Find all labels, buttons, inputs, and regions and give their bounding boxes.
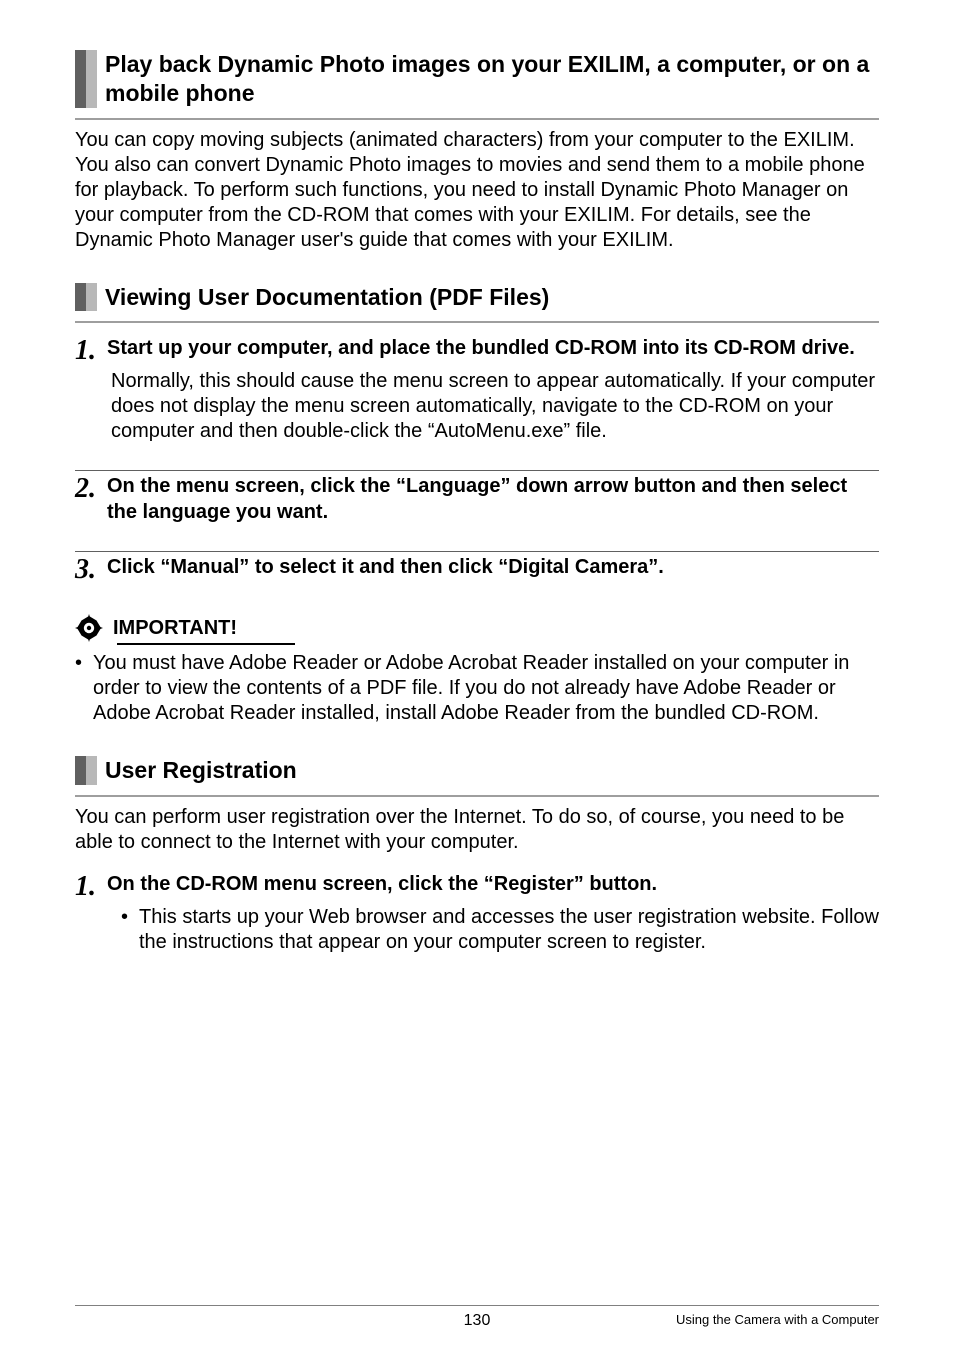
page-number: 130: [464, 1312, 491, 1330]
content-area: Play back Dynamic Photo images on your E…: [75, 50, 879, 1305]
heading-bar-light: [86, 283, 97, 312]
heading-play-back: Play back Dynamic Photo images on your E…: [75, 50, 879, 108]
step-2-container: 2. On the menu screen, click the “Langua…: [75, 470, 879, 525]
footer: 130 Using the Camera with a Computer: [75, 1305, 879, 1327]
important-bullet: You must have Adobe Reader or Adobe Acro…: [93, 651, 879, 726]
step-3-container: 3. Click “Manual” to select it and then …: [75, 551, 879, 584]
important-row: IMPORTANT!: [75, 614, 879, 642]
step-text: Click “Manual” to select it and then cli…: [107, 554, 879, 580]
heading-bar-dark: [75, 283, 86, 312]
heading-rule: [75, 118, 879, 120]
heading-bar-dark: [75, 756, 86, 785]
page: Play back Dynamic Photo images on your E…: [0, 0, 954, 1357]
step-text: On the menu screen, click the “Language”…: [107, 473, 879, 525]
heading-viewing-docs-title: Viewing User Documentation (PDF Files): [97, 283, 879, 312]
footer-section-label: Using the Camera with a Computer: [676, 1312, 879, 1327]
step-number: 2.: [75, 473, 107, 503]
step-text: Start up your computer, and place the bu…: [107, 335, 879, 361]
step-1: 1. Start up your computer, and place the…: [75, 335, 879, 365]
ur-step-1-bullet: This starts up your Web browser and acce…: [139, 905, 879, 955]
ur-step-1: 1. On the CD-ROM menu screen, click the …: [75, 871, 879, 901]
important-icon: [75, 614, 103, 642]
heading-rule: [75, 795, 879, 797]
important-underline: [117, 643, 295, 645]
important-label: IMPORTANT!: [113, 617, 237, 640]
heading-play-back-title: Play back Dynamic Photo images on your E…: [97, 50, 879, 108]
user-registration-body: You can perform user registration over t…: [75, 805, 879, 855]
step-1-detail: Normally, this should cause the menu scr…: [111, 369, 879, 444]
play-back-body: You can copy moving subjects (animated c…: [75, 128, 879, 253]
heading-user-registration: User Registration: [75, 756, 879, 785]
step-text: On the CD-ROM menu screen, click the “Re…: [107, 871, 879, 897]
heading-bar-light: [86, 50, 97, 108]
step-3: 3. Click “Manual” to select it and then …: [75, 554, 879, 584]
heading-user-registration-title: User Registration: [97, 756, 879, 785]
step-number: 3.: [75, 554, 107, 584]
heading-bar-light: [86, 756, 97, 785]
step-number: 1.: [75, 871, 107, 901]
step-number: 1.: [75, 335, 107, 365]
step-2: 2. On the menu screen, click the “Langua…: [75, 473, 879, 525]
heading-bar-dark: [75, 50, 86, 108]
heading-viewing-docs: Viewing User Documentation (PDF Files): [75, 283, 879, 312]
